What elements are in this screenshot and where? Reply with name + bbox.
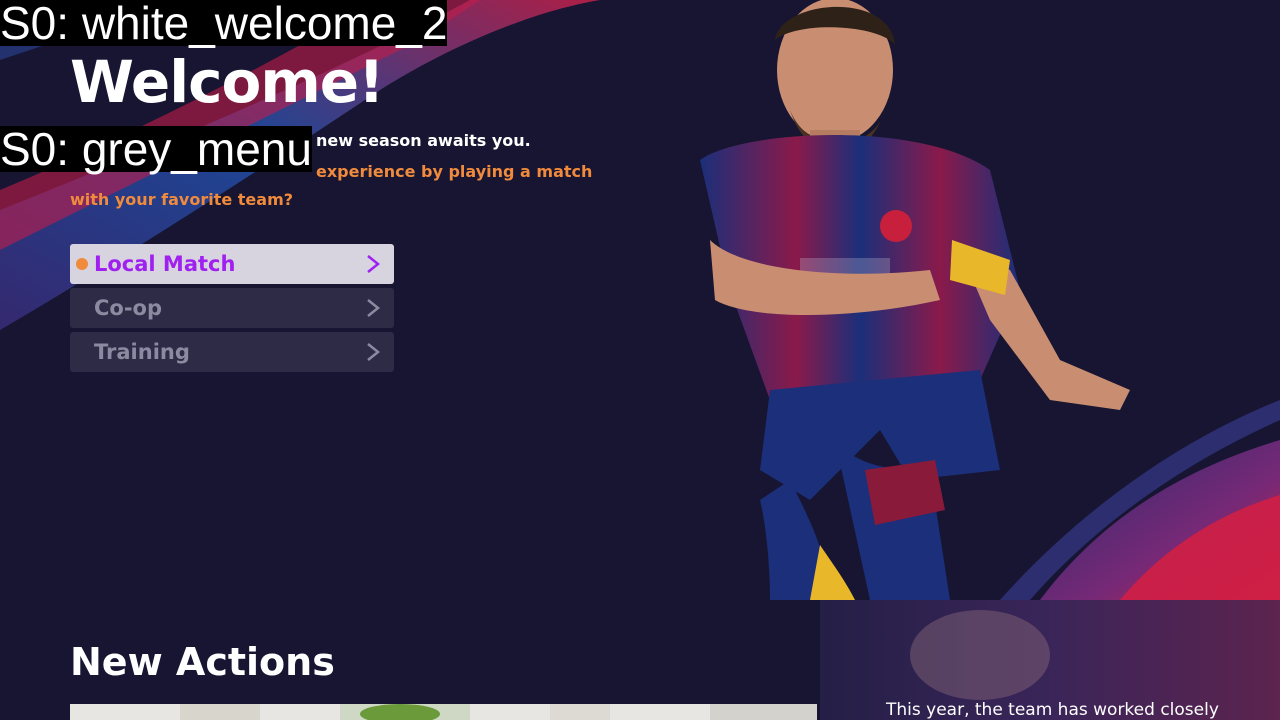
player-artwork-image	[700, 0, 1130, 600]
chevron-right-icon	[367, 255, 380, 273]
news-thumbnail-image[interactable]	[70, 704, 817, 720]
welcome-title: Welcome!	[70, 48, 385, 116]
menu-item-label: Training	[94, 340, 190, 364]
menu-item-label: Co-op	[94, 296, 163, 320]
menu-item-label: Local Match	[94, 252, 236, 276]
main-menu: Local Match Co-op Training	[70, 244, 394, 376]
new-actions-section: New Actions This year, the team has work…	[0, 600, 1280, 720]
chevron-right-icon	[367, 299, 380, 317]
debug-label-menu: S0: grey_menu	[0, 123, 312, 175]
menu-item-training[interactable]: Training	[70, 332, 394, 372]
news-text: This year, the team has worked closely	[886, 700, 1219, 720]
new-actions-title: New Actions	[70, 640, 335, 684]
selection-dot-icon	[76, 258, 88, 270]
debug-label-welcome: S0: white_welcome_2	[0, 0, 448, 49]
menu-item-local-match[interactable]: Local Match	[70, 244, 394, 284]
chevron-right-icon	[367, 343, 380, 361]
menu-item-co-op[interactable]: Co-op	[70, 288, 394, 328]
